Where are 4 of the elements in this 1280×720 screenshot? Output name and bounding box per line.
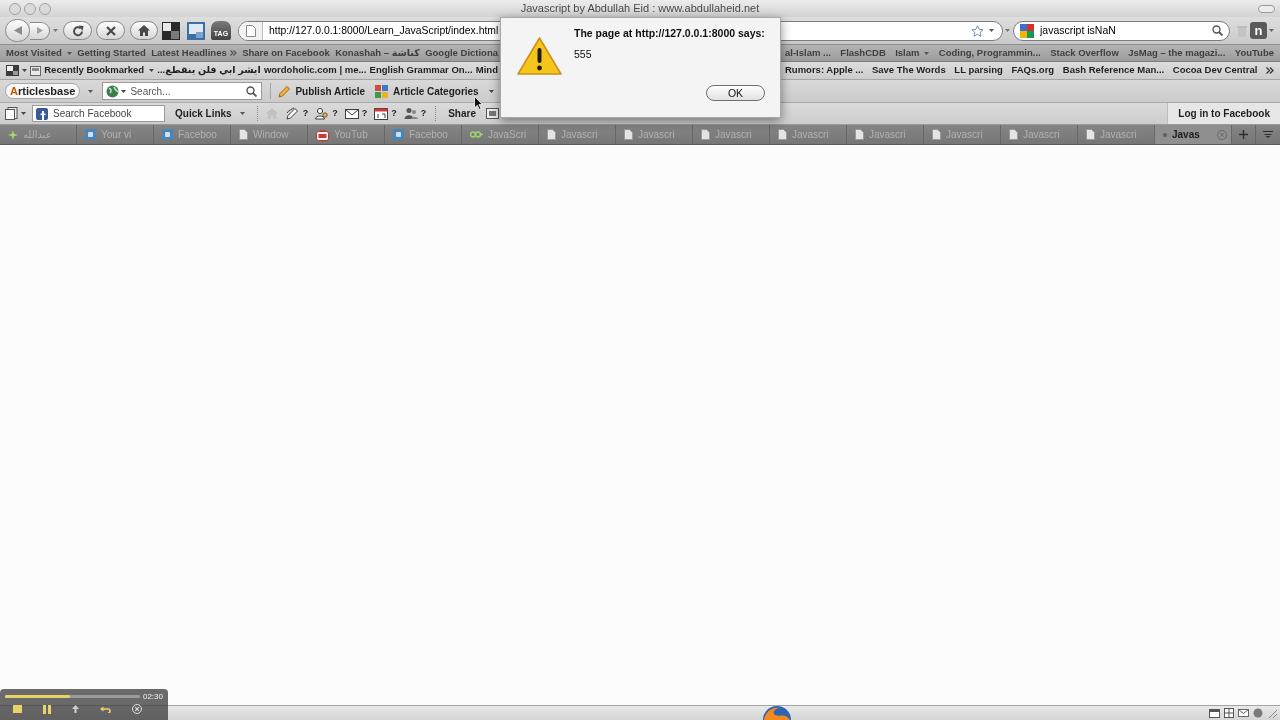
time-label: 02:30 xyxy=(142,692,163,701)
dialog-text: 555 xyxy=(574,48,592,61)
dialog-message: The page at http://127.0.0.1:8000 says: xyxy=(574,27,765,40)
window-title: Javascript by Abdullah Eid : www.abdullaheid.net xyxy=(520,2,760,15)
